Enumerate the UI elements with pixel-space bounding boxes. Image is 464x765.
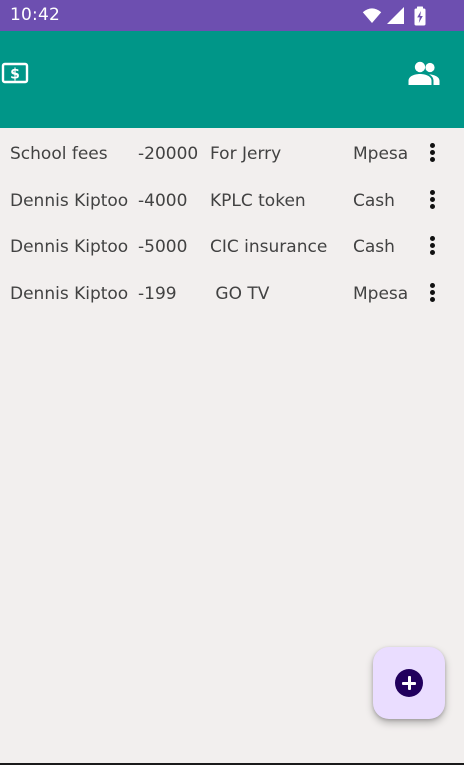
transaction-name: Dennis Kiptoo [10,283,129,304]
transaction-row[interactable]: Dennis Kiptoo -4000 KPLC token Cash [0,178,464,225]
transaction-method: Mpesa [353,144,409,164]
status-bar: 10:42 [0,0,464,31]
transaction-amount: -20000 [138,144,199,164]
svg-text:$: $ [10,66,20,82]
add-transaction-button[interactable] [373,647,445,719]
transaction-list: School fees -20000 For Jerry Mpesa Denni… [0,131,464,317]
transaction-description: For Jerry [210,144,282,164]
transaction-method: Cash [353,190,395,211]
more-options-icon[interactable] [422,234,442,260]
transaction-name: School fees [10,144,108,164]
wifi-icon [362,6,382,26]
people-icon[interactable] [408,59,440,87]
transaction-description: KPLC token [210,190,306,211]
transaction-amount: -5000 [138,237,188,257]
money-icon[interactable]: $ [1,61,29,85]
transaction-name: Dennis Kiptoo [10,237,129,257]
battery-charging-icon [410,6,430,26]
transaction-description: GO TV [210,283,270,304]
more-options-icon[interactable] [422,188,442,214]
transaction-amount: -199 [138,283,177,304]
transaction-row[interactable]: School fees -20000 For Jerry Mpesa [0,131,464,178]
transaction-row[interactable]: Dennis Kiptoo -5000 CIC insurance Cash [0,224,464,271]
transaction-method: Mpesa [353,283,409,304]
transaction-amount: -4000 [138,190,188,211]
app-bar: $ [0,31,464,128]
transaction-description: CIC insurance [210,237,328,257]
add-icon [395,669,423,697]
more-options-icon[interactable] [422,141,442,167]
transaction-name: Dennis Kiptoo [10,190,129,211]
transaction-method: Cash [353,237,395,257]
transaction-row[interactable]: Dennis Kiptoo -199 GO TV Mpesa [0,271,464,318]
signal-icon [386,6,406,26]
status-time: 10:42 [10,5,60,25]
more-options-icon[interactable] [422,281,442,307]
status-icons [362,6,430,26]
